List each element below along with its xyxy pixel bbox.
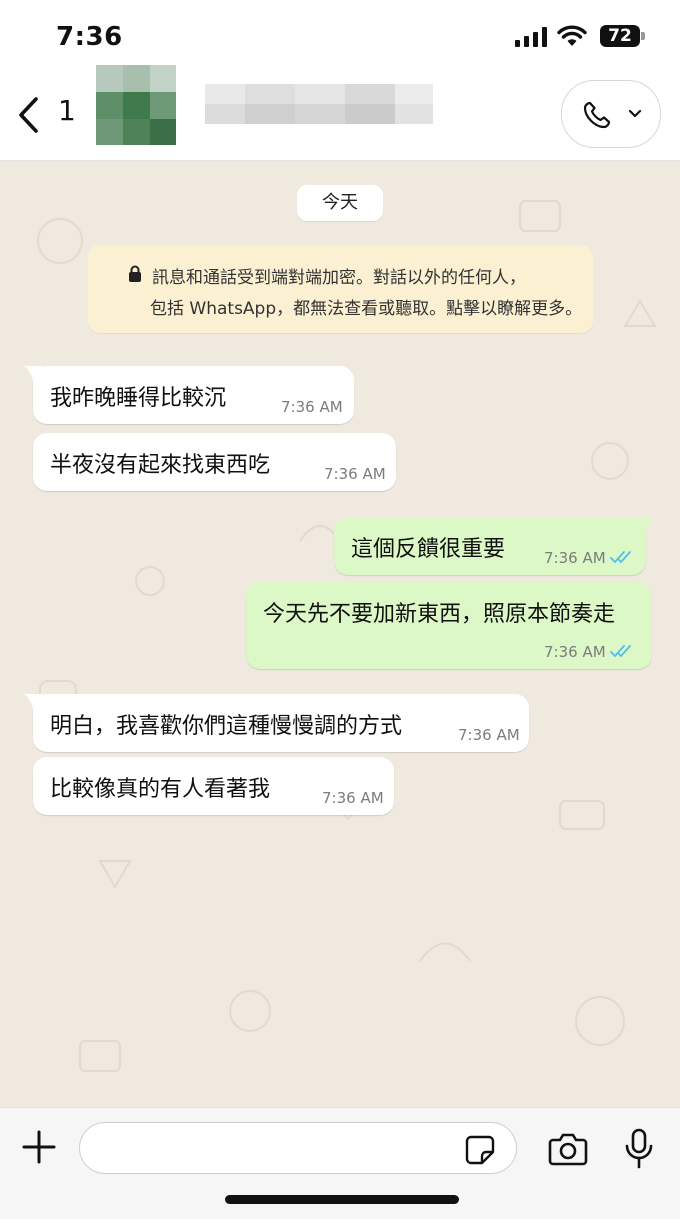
message-time: 7:36 AM (544, 549, 606, 567)
message-time: 7:36 AM (458, 726, 520, 744)
encryption-notice[interactable]: 訊息和通話受到端對端加密。對話以外的任何人， 包括 WhatsApp，都無法查看… (88, 245, 593, 333)
status-bar: 7:36 72 (0, 0, 680, 70)
message-input[interactable] (79, 1122, 517, 1174)
home-indicator (225, 1195, 459, 1204)
message-time: 7:36 AM (544, 643, 606, 661)
chat-area[interactable]: 今天 訊息和通話受到端對端加密。對話以外的任何人， 包括 WhatsApp，都無… (0, 161, 680, 1107)
lock-icon (129, 265, 141, 282)
message-outgoing[interactable]: 今天先不要加新東西，照原本節奏走 7:36 AM (246, 582, 652, 669)
battery-icon: 72 (600, 25, 640, 47)
double-check-icon (610, 551, 631, 564)
plus-icon[interactable] (20, 1128, 58, 1166)
contact-name-redacted[interactable] (205, 84, 433, 124)
message-incoming[interactable]: 比較像真的有人看著我 7:36 AM (33, 757, 394, 815)
cellular-signal-icon (515, 27, 547, 47)
message-text: 明白，我喜歡你們這種慢慢調的方式 (50, 714, 403, 739)
message-text: 比較像真的有人看著我 (50, 777, 271, 802)
chevron-left-icon (19, 97, 38, 133)
status-time: 7:36 (56, 22, 123, 52)
message-time: 7:36 AM (322, 789, 384, 807)
unread-count: 1 (58, 94, 76, 127)
bubble-tail (24, 366, 42, 382)
contact-avatar[interactable] (96, 65, 176, 145)
voice-call-button[interactable] (561, 80, 661, 148)
message-incoming[interactable]: 我昨晚睡得比較沉 7:36 AM (24, 366, 354, 424)
encryption-notice-line1: 訊息和通話受到端對端加密。對話以外的任何人， (152, 268, 526, 288)
chat-header: 1 (0, 65, 680, 161)
message-time: 7:36 AM (281, 398, 343, 416)
message-text: 今天先不要加新東西，照原本節奏走 (263, 602, 616, 627)
phone-icon (583, 101, 611, 129)
message-text: 我昨晚睡得比較沉 (50, 386, 227, 411)
chevron-down-icon (628, 109, 642, 118)
bubble-tail (24, 694, 42, 710)
back-button[interactable]: 1 (16, 92, 76, 136)
message-incoming[interactable]: 明白，我喜歡你們這種慢慢調的方式 7:36 AM (24, 694, 529, 752)
message-text: 這個反饋很重要 (351, 537, 506, 562)
battery-tip (641, 32, 645, 40)
wifi-icon (557, 25, 587, 46)
bubble-tail (637, 517, 655, 533)
double-check-icon (610, 645, 631, 658)
message-outgoing[interactable]: 這個反饋很重要 7:36 AM (334, 517, 655, 575)
date-divider: 今天 (297, 185, 383, 221)
message-incoming[interactable]: 半夜沒有起來找東西吃 7:36 AM (33, 433, 396, 491)
camera-icon[interactable] (548, 1132, 588, 1166)
sticker-icon[interactable] (465, 1135, 495, 1165)
message-text: 半夜沒有起來找東西吃 (50, 453, 271, 478)
encryption-notice-line2: 包括 WhatsApp，都無法查看或聽取。點擊以瞭解更多。 (150, 299, 583, 319)
message-time: 7:36 AM (324, 465, 386, 483)
microphone-icon[interactable] (624, 1128, 654, 1170)
